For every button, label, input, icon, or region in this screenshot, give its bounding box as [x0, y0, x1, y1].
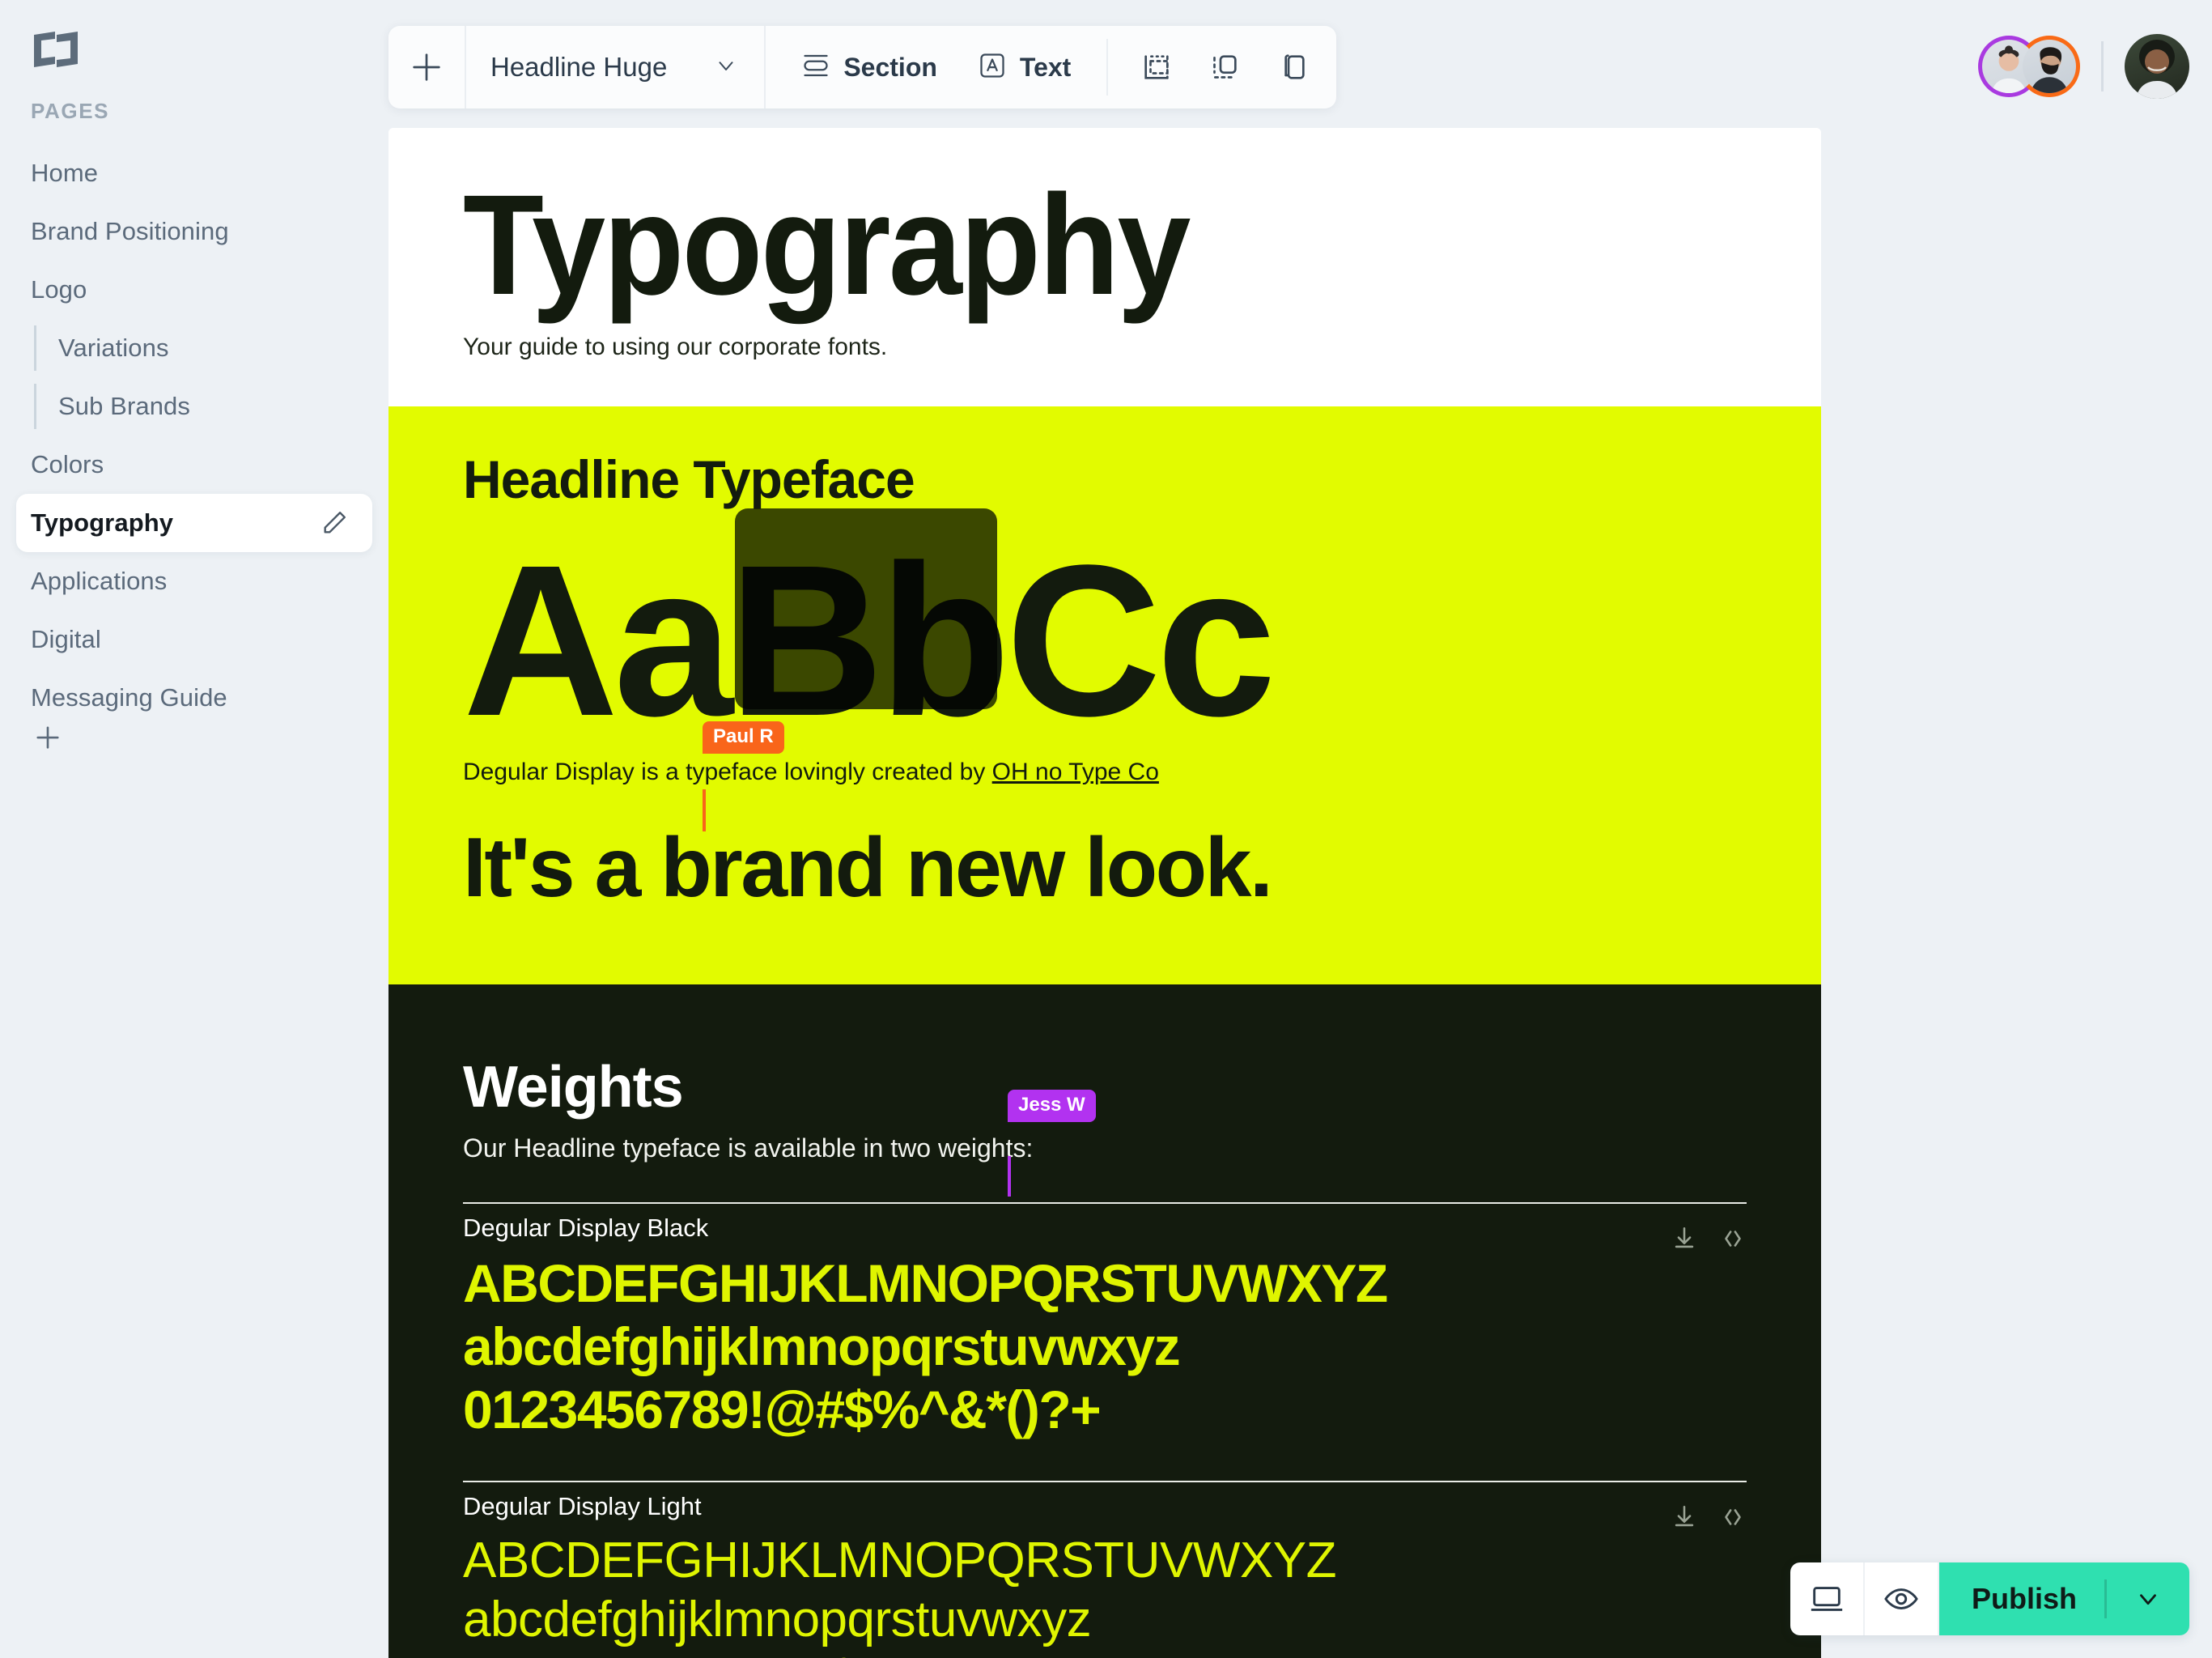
sidebar-item-variations[interactable]: Variations: [0, 319, 388, 377]
pencil-icon[interactable]: [321, 509, 348, 537]
sidebar-item-label: Brand Positioning: [31, 217, 229, 245]
type-foundry-link[interactable]: OH no Type Co: [992, 759, 1159, 785]
bottom-action-bar: Publish: [1790, 1562, 2189, 1635]
typeface-caption[interactable]: Degular Display is a typeface lovingly c…: [463, 759, 1747, 786]
sidebar-item-typography[interactable]: Typography: [16, 494, 372, 552]
weight-name: Degular Display Light: [463, 1491, 702, 1520]
glyph-lowercase: abcdefghijklmnopqrstuvwxyz: [463, 1316, 1181, 1376]
sidebar-item-colors[interactable]: Colors: [0, 436, 388, 494]
download-icon[interactable]: [1671, 1225, 1698, 1252]
glyph-numerals: 0123456789!@#$%^&*()?+: [463, 1379, 1102, 1439]
avatar-divider: [2101, 41, 2104, 91]
style-select[interactable]: Headline Huge: [466, 26, 766, 108]
sidebar-item-label: Logo: [31, 275, 87, 304]
sidebar-item-label: Variations: [58, 334, 169, 362]
weight-header: Degular Display Black: [463, 1201, 1747, 1252]
weight-header: Degular Display Light: [463, 1480, 1747, 1531]
sidebar-item-messaging-guide[interactable]: Messaging Guide: [0, 669, 388, 727]
weights-heading: Weights: [463, 1054, 684, 1120]
headline-typeface-section[interactable]: Headline Typeface AaBbCc Degular Display…: [388, 406, 1821, 984]
duplicate-icon[interactable]: [1276, 51, 1309, 83]
insert-text-button[interactable]: Text: [963, 43, 1085, 92]
collaborator-avatars: [1978, 34, 2189, 99]
current-user-avatar[interactable]: [2125, 34, 2189, 99]
typeface-specimen[interactable]: AaBbCc: [463, 508, 1747, 750]
sidebar-item-applications[interactable]: Applications: [0, 552, 388, 610]
weight-actions: [1671, 1503, 1747, 1531]
style-select-value: Headline Huge: [490, 52, 668, 82]
sidebar-item-sub-brands[interactable]: Sub Brands: [0, 377, 388, 436]
glyph-numerals: 0123456789!@#$%^&*()?+: [463, 1649, 1747, 1658]
chevron-down-icon[interactable]: [2107, 1585, 2189, 1613]
insert-section-button[interactable]: Section: [787, 43, 952, 92]
section-icon: [801, 51, 830, 84]
chevron-down-icon: [714, 53, 738, 82]
app-root: PAGES Home Brand Positioning Logo Variat…: [0, 0, 2212, 1658]
avatar-paul-r[interactable]: [2019, 36, 2080, 97]
sidebar-item-label: Colors: [31, 450, 104, 478]
section-heading: Headline Typeface: [463, 449, 915, 509]
code-icon[interactable]: [1719, 1503, 1747, 1531]
sidebar: PAGES Home Brand Positioning Logo Variat…: [0, 0, 388, 1658]
sidebar-item-label: Sub Brands: [58, 392, 190, 420]
glyph-lowercase: abcdefghijklmnopqrstuvwxyz: [463, 1591, 1092, 1647]
sidebar-nav-list: Home Brand Positioning Logo Variations S…: [0, 144, 388, 727]
weight-name: Degular Display Black: [463, 1213, 709, 1242]
sidebar-item-label: Messaging Guide: [31, 683, 227, 712]
publish-button[interactable]: Publish: [1938, 1562, 2189, 1635]
page-subtitle: Your guide to using our corporate fonts.: [463, 333, 888, 360]
preview-button[interactable]: [1864, 1562, 1939, 1635]
sidebar-item-brand-positioning[interactable]: Brand Positioning: [0, 202, 388, 261]
weights-section[interactable]: Weights Our Headline typeface is availab…: [388, 984, 1821, 1658]
sidebar-item-home[interactable]: Home: [0, 144, 388, 202]
weight-block-black: Degular Display Black ABCDEFGHIJKLMNOPQR…: [463, 1201, 1747, 1442]
tagline: It's a brand new look.: [463, 820, 1273, 915]
add-element-button[interactable]: [388, 26, 466, 108]
typeface-caption-text: Degular Display is a typeface lovingly c…: [463, 758, 992, 785]
device-preview-button[interactable]: [1790, 1562, 1865, 1635]
sidebar-item-digital[interactable]: Digital: [0, 610, 388, 669]
insert-section-label: Section: [843, 52, 937, 82]
insert-text-label: Text: [1019, 52, 1072, 82]
align-top-right-icon[interactable]: [1208, 51, 1241, 83]
weights-subtitle: Our Headline typeface is available in tw…: [463, 1133, 1034, 1163]
glyph-uppercase: ABCDEFGHIJKLMNOPQRSTUVWXYZ: [463, 1252, 1388, 1313]
app-logo-icon[interactable]: [31, 27, 81, 72]
download-icon[interactable]: [1671, 1503, 1698, 1531]
sidebar-item-logo[interactable]: Logo: [0, 261, 388, 319]
weight-actions: [1671, 1225, 1747, 1252]
glyph-uppercase: ABCDEFGHIJKLMNOPQRSTUVWXYZ: [463, 1532, 1337, 1588]
weight-block-light: Degular Display Light ABCDEFGHIJKLMNOPQR…: [463, 1480, 1747, 1658]
text-a-icon: [978, 51, 1007, 84]
page-canvas: Typography Your guide to using our corpo…: [388, 128, 1821, 1658]
sidebar-item-label: Home: [31, 159, 99, 187]
sidebar-item-label: Digital: [31, 625, 101, 653]
arrange-icons-group: [1108, 26, 1336, 108]
typeface-specimen-text: AaBbCc: [463, 520, 1276, 761]
align-bottom-left-icon[interactable]: [1140, 51, 1173, 83]
page-title: Typography: [463, 166, 1191, 325]
sidebar-item-label: Applications: [31, 567, 168, 595]
publish-label: Publish: [1971, 1582, 2077, 1615]
sidebar-item-label: Typography: [31, 508, 174, 537]
editor-toolbar: Headline Huge Section Text: [388, 26, 1337, 108]
code-icon[interactable]: [1719, 1225, 1747, 1252]
sidebar-section-label: PAGES: [31, 99, 110, 123]
insert-buttons-group: Section Text: [766, 26, 1106, 108]
hero-section[interactable]: Typography Your guide to using our corpo…: [388, 128, 1821, 406]
add-page-button[interactable]: [31, 721, 65, 755]
